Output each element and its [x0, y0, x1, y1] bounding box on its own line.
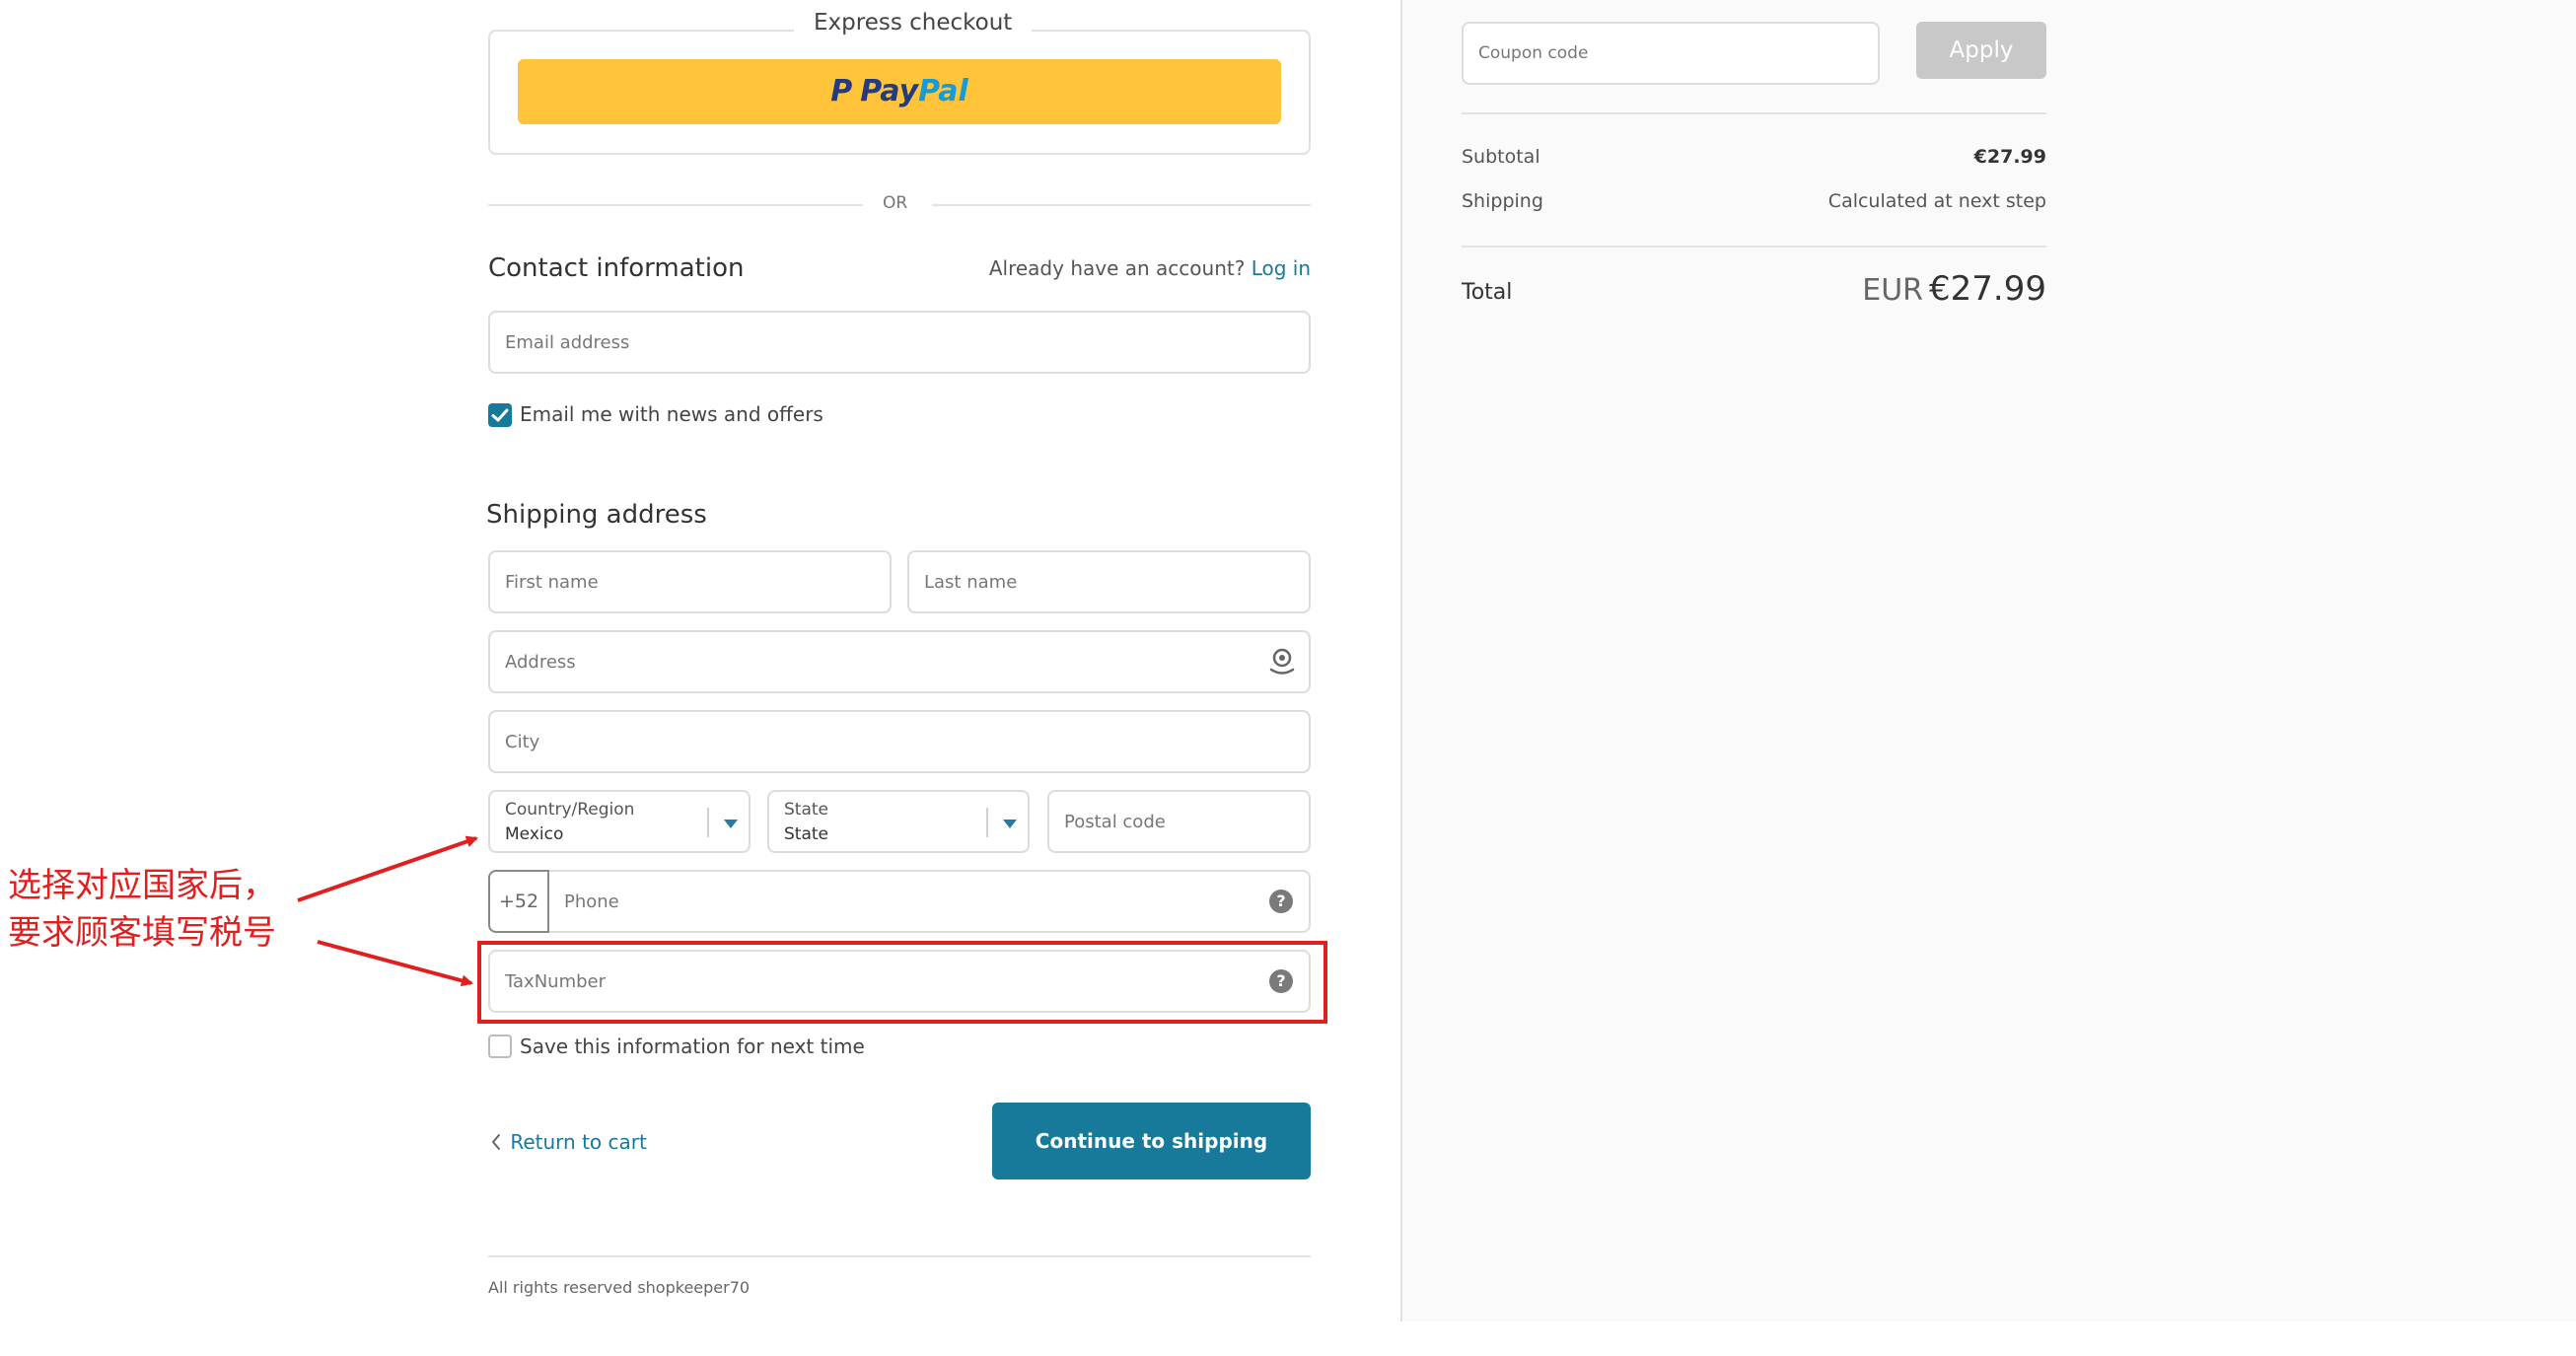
postal-code-placeholder: Postal code	[1064, 812, 1166, 832]
total-label: Total	[1462, 280, 1513, 305]
subtotal-value: €27.99	[1973, 146, 2046, 168]
phone-placeholder: Phone	[564, 892, 619, 912]
return-to-cart-link[interactable]: Return to cart	[490, 1130, 647, 1154]
location-pin-icon[interactable]	[1267, 646, 1297, 678]
continue-to-shipping-label: Continue to shipping	[1035, 1129, 1268, 1153]
login-link[interactable]: Log in	[1252, 256, 1311, 280]
annotation-arrows	[297, 835, 478, 987]
city-field[interactable]: City	[488, 710, 1311, 773]
paypal-button[interactable]: P PayPal	[518, 59, 1281, 124]
phone-field[interactable]: +52 Phone ?	[488, 870, 1311, 933]
return-to-cart-label: Return to cart	[510, 1130, 647, 1154]
last-name-field[interactable]: Last name	[907, 550, 1311, 613]
state-label: State	[784, 800, 828, 820]
shipping-value: Calculated at next step	[1827, 190, 2046, 212]
express-checkout-label: Express checkout	[794, 10, 1033, 36]
continue-to-shipping-button[interactable]: Continue to shipping	[992, 1103, 1311, 1179]
first-name-placeholder: First name	[505, 572, 599, 593]
last-name-placeholder: Last name	[924, 572, 1018, 593]
address-placeholder: Address	[505, 652, 576, 673]
apply-coupon-button[interactable]: Apply	[1916, 22, 2046, 79]
email-field[interactable]: Email address	[488, 311, 1311, 374]
address-field[interactable]: Address	[488, 630, 1311, 693]
summary-divider-top	[1462, 112, 2046, 114]
or-divider-label: OR	[883, 193, 908, 213]
chevron-down-icon	[1003, 820, 1017, 828]
contact-title: Contact information	[488, 253, 745, 283]
country-select[interactable]: Country/Region Mexico	[488, 790, 751, 853]
tax-highlight-box	[477, 941, 1327, 1024]
shipping-label: Shipping	[1462, 190, 1543, 212]
subtotal-label: Subtotal	[1462, 146, 1540, 168]
postal-code-field[interactable]: Postal code	[1047, 790, 1311, 853]
or-divider-right	[932, 204, 1311, 206]
newsletter-label: Email me with news and offers	[520, 402, 823, 426]
chevron-down-icon	[724, 820, 738, 828]
arrow-to-tax-icon	[317, 940, 473, 987]
summary-divider-bottom	[1462, 246, 2046, 248]
total-amount: EUR €27.99	[1755, 269, 2046, 309]
email-placeholder: Email address	[505, 332, 630, 353]
chevron-left-icon	[491, 1134, 500, 1150]
total-value: €27.99	[1929, 269, 2046, 309]
shipping-title: Shipping address	[486, 500, 707, 530]
footer-divider	[488, 1255, 1311, 1257]
arrow-to-country-icon	[297, 835, 478, 902]
account-prompt-text: Already have an account?	[988, 256, 1246, 280]
total-currency: EUR	[1862, 273, 1924, 308]
state-select[interactable]: State State	[767, 790, 1030, 853]
apply-label: Apply	[1949, 37, 2014, 63]
paypal-logo-icon: P PayPal	[830, 74, 968, 108]
account-prompt: Already have an account? Log in	[986, 256, 1311, 280]
help-icon[interactable]: ?	[1269, 890, 1293, 913]
country-select-separator	[707, 808, 709, 837]
coupon-placeholder: Coupon code	[1478, 43, 1589, 63]
coupon-code-input[interactable]: Coupon code	[1462, 22, 1880, 85]
country-value: Mexico	[505, 824, 564, 844]
first-name-field[interactable]: First name	[488, 550, 892, 613]
or-divider-left	[488, 204, 863, 206]
save-info-label: Save this information for next time	[520, 1035, 865, 1058]
footer-copyright: All rights reserved shopkeeper70	[488, 1278, 751, 1297]
country-label: Country/Region	[505, 800, 635, 820]
state-value: State	[784, 824, 828, 844]
state-select-separator	[986, 808, 988, 837]
